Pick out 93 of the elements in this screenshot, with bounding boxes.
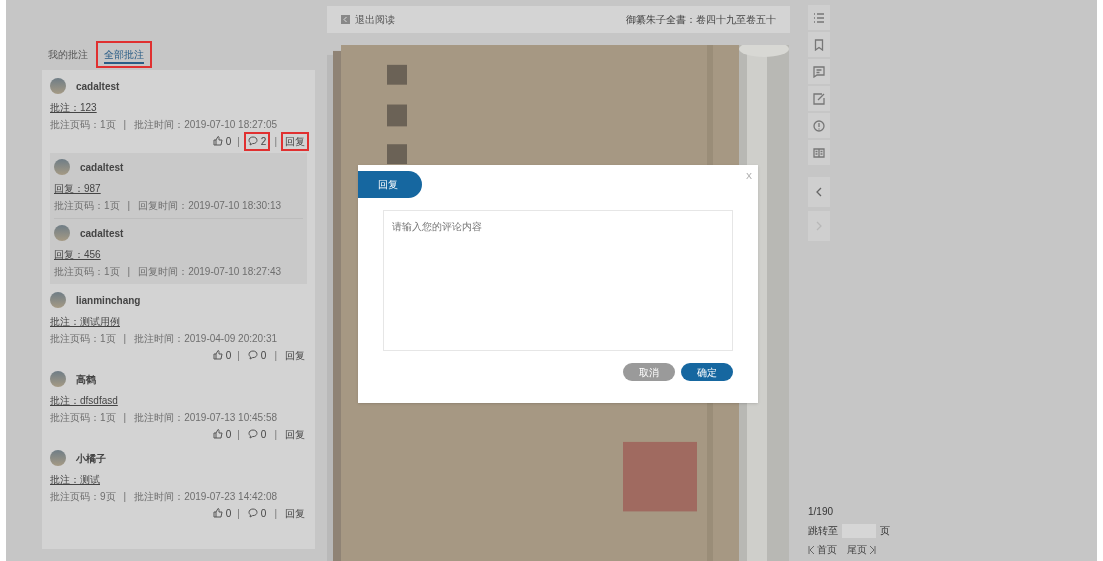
annotation-link[interactable]: 批注：测试用例	[50, 316, 120, 327]
page-position: 1/190	[808, 505, 835, 519]
separator-text: |	[237, 134, 240, 149]
reply-button[interactable]: 回复	[283, 426, 307, 442]
thumbs-up-icon	[212, 429, 223, 439]
page-number-text: 批注页码：1页	[50, 412, 116, 424]
annotation-link[interactable]: 回复：456	[54, 249, 101, 260]
username: 高鹤	[76, 372, 96, 387]
speech-bubble-icon	[247, 429, 258, 439]
username: cadaltest	[80, 160, 124, 175]
speech-bubble-icon	[247, 136, 258, 146]
comment-icon	[813, 65, 825, 78]
reply-button[interactable]: 回复	[283, 505, 307, 521]
separator-text: |	[127, 200, 131, 212]
previous-button[interactable]	[808, 177, 830, 207]
alert-icon	[813, 119, 825, 132]
comment-input-field[interactable]: 请输入您的评论内容	[383, 210, 733, 351]
speech-bubble-icon	[247, 508, 258, 518]
comment-count-button[interactable]: 2	[245, 133, 269, 149]
bookmark-icon	[813, 38, 825, 51]
chevron-left-icon	[815, 187, 823, 197]
username: 小橘子	[76, 451, 106, 466]
comment-count-button[interactable]: 0	[245, 347, 269, 363]
separator-text: |	[237, 427, 240, 442]
avatar	[54, 159, 70, 175]
like-count[interactable]: 0	[225, 347, 232, 363]
speech-bubble-icon	[247, 350, 258, 360]
tab[interactable]: 全部批注	[98, 43, 150, 66]
goto-label: 跳转至	[808, 524, 838, 538]
like-count[interactable]: 0	[225, 426, 232, 442]
confirm-button[interactable]: 确定	[681, 363, 733, 381]
edit-icon	[813, 92, 825, 105]
page-number-text: 批注页码：1页	[50, 119, 116, 131]
timestamp-text: 批注时间：2019-07-10 18:27:05	[134, 119, 278, 131]
reply-button[interactable]: 回复	[283, 133, 307, 149]
last-page-icon	[869, 545, 876, 554]
toolbar-button[interactable]	[808, 59, 830, 84]
separator-text: |	[274, 134, 277, 149]
annotation-link[interactable]: 回复：987	[54, 183, 101, 194]
separator-text: |	[123, 412, 127, 424]
username: cadaltest	[80, 226, 124, 241]
separator-text: |	[123, 333, 127, 345]
username: lianminchang	[76, 293, 141, 308]
last-page-button[interactable]: 尾页	[847, 542, 876, 557]
page-number-text: 批注页码：1页	[54, 200, 120, 212]
avatar	[50, 450, 66, 466]
separator-text: |	[274, 506, 277, 521]
reply-button[interactable]: 回复	[283, 347, 307, 363]
separator-text: |	[274, 348, 277, 363]
comment-count-button[interactable]: 0	[245, 426, 269, 442]
exit-reading-button[interactable]: 退出阅读	[341, 12, 395, 27]
timestamp-text: 批注时间：2019-07-13 10:45:58	[134, 412, 278, 424]
annotation-link[interactable]: 批注：123	[50, 102, 97, 113]
toolbar-button[interactable]	[808, 5, 830, 30]
avatar	[50, 371, 66, 387]
username: cadaltest	[76, 79, 120, 94]
page-number-text: 批注页码：1页	[54, 266, 120, 278]
annotation-link[interactable]: 批注：测试	[50, 474, 100, 485]
page-number-text: 批注页码：1页	[50, 333, 116, 345]
toolbar-button[interactable]	[808, 86, 830, 111]
first-page-icon	[808, 545, 815, 554]
thumbs-up-icon	[212, 508, 223, 518]
thumbs-up-icon	[212, 350, 223, 360]
page-unit-label: 页	[880, 524, 890, 538]
timestamp-text: 回复时间：2019-07-10 18:27:43	[138, 266, 282, 278]
annotation-link[interactable]: 批注：dfsdfasd	[50, 395, 118, 406]
toolbar-button[interactable]	[808, 140, 830, 165]
like-count[interactable]: 0	[225, 133, 232, 149]
comment-count-button[interactable]: 0	[245, 505, 269, 521]
toolbar-button[interactable]	[808, 32, 830, 57]
timestamp-text: 回复时间：2019-07-10 18:30:13	[138, 200, 282, 212]
menu-icon	[813, 11, 825, 24]
separator-text: |	[274, 427, 277, 442]
first-page-button[interactable]: 首页	[808, 542, 837, 557]
timestamp-text: 批注时间：2019-07-23 14:42:08	[134, 491, 278, 503]
avatar	[50, 78, 66, 94]
tab[interactable]: 我的批注	[42, 43, 94, 66]
dialog-tab[interactable]: 回复	[358, 171, 422, 198]
book-title: 御纂朱子全書：卷四十九至卷五十	[626, 13, 776, 27]
book-icon	[813, 146, 825, 159]
thumbs-up-icon	[212, 136, 223, 146]
avatar	[54, 225, 70, 241]
separator-text: |	[237, 348, 240, 363]
toolbar-button[interactable]	[808, 113, 830, 138]
like-count[interactable]: 0	[225, 505, 232, 521]
timestamp-text: 批注时间：2019-04-09 20:20:31	[134, 333, 278, 345]
page-number-text: 批注页码：9页	[50, 491, 116, 503]
back-icon	[341, 15, 350, 24]
separator-text: |	[237, 506, 240, 521]
separator-text: |	[127, 266, 131, 278]
separator-text: |	[123, 491, 127, 503]
separator-text: |	[123, 119, 127, 131]
avatar	[50, 292, 66, 308]
